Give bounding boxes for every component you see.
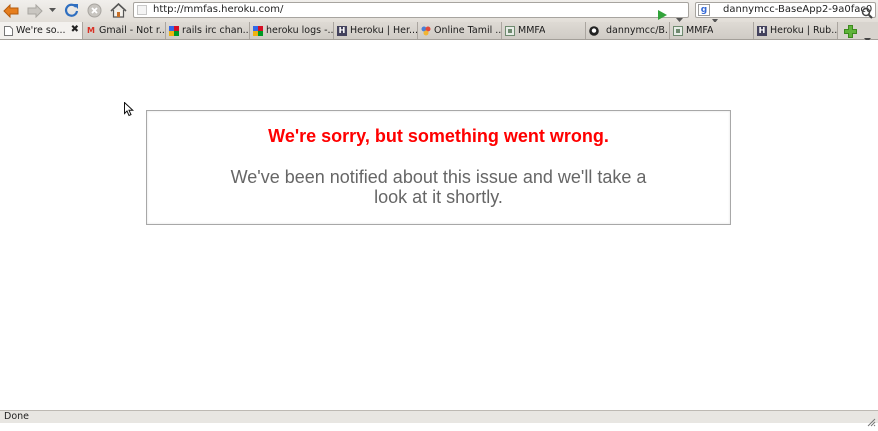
- github-icon: [589, 25, 599, 36]
- tab-strip: We're so... ✖ M Gmail - Not r... rails i…: [0, 22, 878, 42]
- tab-item[interactable]: H Heroku | Rub...: [754, 22, 838, 39]
- new-tab-button[interactable]: [843, 24, 857, 38]
- tab-label: Heroku | Her...: [350, 25, 417, 36]
- address-bar[interactable]: http://mmfas.heroku.com/: [133, 2, 689, 22]
- tab-label: Online Tamil ...: [434, 25, 501, 36]
- tab-label: MMFA: [518, 25, 546, 36]
- tab-item[interactable]: dannymcc/B...: [586, 22, 670, 39]
- google-icon: [253, 25, 263, 36]
- reload-icon: [64, 3, 79, 17]
- tab-item[interactable]: We're so... ✖: [0, 22, 83, 39]
- tab-item[interactable]: MMFA: [670, 22, 754, 39]
- search-input[interactable]: dannymcc-BaseApp2-9a0fac0: [723, 3, 872, 17]
- page-icon: [673, 25, 683, 36]
- google-icon[interactable]: g: [698, 4, 710, 16]
- home-button[interactable]: [109, 2, 128, 19]
- site-identity-icon[interactable]: [137, 5, 147, 15]
- search-button[interactable]: [861, 4, 873, 23]
- search-icon: [861, 7, 873, 19]
- tab-label: Heroku | Rub...: [770, 25, 837, 36]
- page-icon: [505, 25, 515, 36]
- back-icon: [3, 3, 19, 18]
- tab-label: rails irc chan...: [182, 25, 249, 36]
- tab-item[interactable]: MMFA: [502, 22, 586, 39]
- mouse-cursor-icon: [124, 101, 135, 121]
- forward-button[interactable]: [26, 2, 44, 19]
- home-icon: [110, 3, 127, 18]
- page-content: We're sorry, but something went wrong. W…: [0, 40, 878, 410]
- history-dropdown-icon: [48, 8, 56, 12]
- tab-item[interactable]: heroku logs -...: [250, 22, 334, 39]
- plus-icon: [843, 24, 857, 38]
- tab-label: dannymcc/B...: [606, 25, 669, 36]
- reload-button[interactable]: [63, 2, 80, 19]
- tab-item[interactable]: Online Tamil ...: [418, 22, 502, 39]
- gmail-icon: M: [87, 25, 95, 35]
- status-text: Done: [4, 411, 29, 422]
- site-icon: [421, 26, 431, 36]
- status-bar: Done: [0, 410, 878, 427]
- stop-button[interactable]: [86, 2, 103, 19]
- go-arrow-icon: [658, 10, 667, 20]
- history-dropdown-button[interactable]: [47, 2, 57, 19]
- addon-status-icon[interactable]: [867, 412, 876, 431]
- tab-item[interactable]: H Heroku | Her...: [334, 22, 418, 39]
- tab-item[interactable]: rails irc chan...: [166, 22, 250, 39]
- error-title: We're sorry, but something went wrong.: [268, 126, 609, 146]
- tab-label: We're so...: [16, 25, 66, 36]
- tab-label: Gmail - Not r...: [99, 25, 165, 36]
- error-message: We've been notified about this issue and…: [230, 167, 647, 207]
- close-icon[interactable]: ✖: [71, 25, 79, 35]
- tab-item[interactable]: M Gmail - Not r...: [83, 22, 166, 39]
- back-button[interactable]: [2, 2, 20, 19]
- url-text[interactable]: http://mmfas.heroku.com/: [153, 3, 283, 17]
- navigation-toolbar: http://mmfas.heroku.com/ g dannymcc-Base…: [0, 0, 878, 23]
- error-dialog: We're sorry, but something went wrong. W…: [146, 110, 731, 225]
- google-icon: [169, 25, 179, 36]
- page-icon: [3, 25, 13, 36]
- tab-label: heroku logs -...: [266, 25, 333, 36]
- heroku-icon: H: [337, 25, 347, 36]
- tab-label: MMFA: [686, 25, 714, 36]
- search-bar[interactable]: g dannymcc-BaseApp2-9a0fac0: [695, 2, 876, 23]
- stop-icon: [87, 3, 102, 18]
- heroku-icon: H: [757, 25, 767, 36]
- forward-icon: [27, 3, 43, 18]
